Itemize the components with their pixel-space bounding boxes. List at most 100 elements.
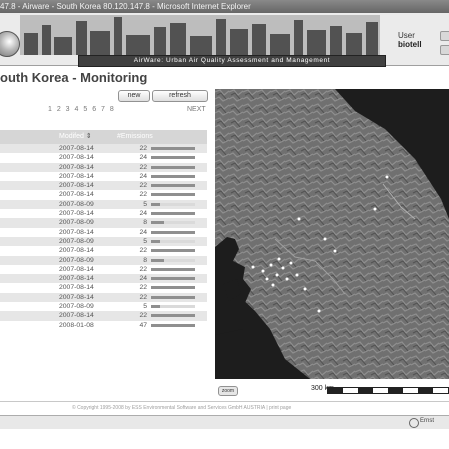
banner-button-top[interactable] (440, 31, 449, 41)
table-row[interactable]: 2007-08-14 24 (0, 153, 207, 162)
row-emissions-count: 22 (139, 145, 147, 152)
emissions-bar (151, 212, 195, 216)
emissions-bar (151, 230, 195, 234)
emissions-bar (151, 258, 195, 262)
emissions-bar (151, 286, 195, 290)
row-modified: 2007-08-14 (59, 275, 94, 283)
emissions-bar-fill (151, 193, 195, 197)
row-emissions-count: 8 (143, 256, 147, 264)
table-row[interactable]: 2007-08-14 22 (0, 292, 207, 303)
banner-button-bottom[interactable] (440, 45, 449, 55)
emissions-bar (151, 156, 195, 160)
refresh-button[interactable]: refresh (152, 90, 208, 102)
emissions-bar-fill (151, 174, 195, 178)
footer-divider (0, 401, 449, 402)
emissions-bar (151, 305, 195, 309)
table-row[interactable]: 2008-01-08 47 (0, 321, 207, 330)
row-modified: 2007-08-09 (59, 303, 94, 311)
globe-logo-icon (0, 31, 20, 57)
table-row[interactable]: 2007-08-14 24 (0, 209, 207, 218)
table-row[interactable]: 2007-08-14 22 (0, 311, 207, 321)
table-row[interactable]: 2007-08-09 5 (0, 199, 207, 210)
row-modified: 2007-08-14 (59, 172, 94, 180)
col-header-modified[interactable]: Modifed ⇕ (59, 130, 92, 144)
user-label: User (398, 31, 415, 40)
row-emissions-count: 5 (143, 303, 147, 311)
table-row[interactable]: 2007-08-09 5 (0, 236, 207, 247)
col-header-emissions[interactable]: #Emissions (117, 130, 153, 144)
table-row[interactable]: 2007-08-14 22 (0, 246, 207, 255)
row-modified: 2007-08-14 (59, 293, 94, 301)
row-emissions-count: 8 (143, 219, 147, 227)
map-scale-bar (327, 387, 449, 394)
table-row[interactable]: 2007-08-14 22 (0, 144, 207, 154)
page-bottom-margin (0, 429, 449, 449)
row-emissions-count: 47 (139, 321, 147, 329)
emissions-bar (151, 295, 195, 299)
table-row[interactable]: 2007-08-14 22 (0, 265, 207, 274)
sort-icon[interactable]: ⇕ (86, 133, 92, 140)
row-modified: 2007-08-14 (59, 247, 94, 255)
table-row[interactable]: 2007-08-09 5 (0, 302, 207, 311)
emissions-bar (151, 147, 195, 150)
row-modified: 2007-08-09 (59, 237, 94, 245)
emissions-bar-fill (151, 314, 195, 318)
user-name: biotell (398, 40, 422, 49)
globe-zone-icon (409, 418, 419, 428)
new-button[interactable]: new (118, 90, 150, 102)
table-row[interactable]: 2007-08-14 24 (0, 228, 207, 237)
row-modified: 2007-08-14 (59, 154, 94, 162)
table-row[interactable]: 2007-08-14 22 (0, 283, 207, 292)
satellite-map-image[interactable] (215, 89, 449, 379)
city-skyline-image (20, 15, 380, 55)
table-row[interactable]: 2007-08-14 22 (0, 190, 207, 199)
row-modified: 2007-08-14 (59, 163, 94, 171)
emissions-bar-fill (151, 323, 195, 327)
monitoring-table: Modifed ⇕ #Emissions 2007-08-14 22 2007-08… (0, 130, 207, 330)
row-modified: 2007-08-14 (59, 265, 94, 273)
row-emissions-count: 22 (139, 163, 147, 171)
emissions-bar-fill (151, 286, 195, 290)
table-header: Modifed ⇕ #Emissions (0, 130, 207, 144)
security-zone-label: Ernst (420, 418, 435, 424)
row-modified: 2007-08-09 (59, 256, 94, 264)
row-emissions-count: 22 (139, 265, 147, 273)
emissions-bar (151, 202, 195, 206)
footer-copyright: © Copyright 1995-2008 by ESS Environment… (72, 405, 292, 411)
window-titlebar: 47.8 - Airware - South Korea 80.120.147.… (0, 0, 449, 13)
pagination[interactable]: 1 2 3 4 5 6 7 8 (48, 106, 115, 113)
table-row[interactable]: 2007-08-14 22 (0, 181, 207, 191)
emissions-bar-fill (151, 305, 160, 309)
emissions-bar (151, 323, 195, 327)
emissions-bar (151, 314, 195, 318)
emissions-bar-fill (151, 239, 160, 243)
table-row[interactable]: 2007-08-14 22 (0, 162, 207, 172)
map-view[interactable] (215, 89, 449, 379)
row-emissions-count: 22 (139, 191, 147, 199)
header-banner: AirWare: Urban Air Quality Assessment an… (0, 13, 449, 67)
window-title: 47.8 - Airware - South Korea 80.120.147.… (0, 2, 251, 11)
row-modified: 2007-08-09 (59, 200, 94, 208)
row-emissions-count: 22 (139, 247, 147, 255)
zoom-button[interactable]: zoom (218, 386, 238, 396)
emissions-bar-fill (151, 221, 165, 225)
table-row[interactable]: 2007-08-09 8 (0, 218, 207, 228)
row-modified: 2007-08-14 (59, 182, 94, 190)
table-row[interactable]: 2007-08-14 24 (0, 172, 207, 181)
table-row[interactable]: 2007-08-14 24 (0, 274, 207, 284)
pager-next-link[interactable]: NEXT (187, 106, 206, 113)
emissions-bar (151, 165, 195, 169)
row-emissions-count: 22 (139, 293, 147, 301)
row-modified: 2007-08-14 (59, 210, 94, 218)
row-emissions-count: 24 (139, 154, 147, 162)
page-title: outh Korea - Monitoring (0, 70, 148, 85)
emissions-bar (151, 267, 195, 271)
emissions-bar-fill (151, 249, 195, 253)
table-row[interactable]: 2007-08-09 8 (0, 255, 207, 265)
emissions-bar (151, 277, 195, 281)
emissions-bar-fill (151, 184, 195, 188)
row-emissions-count: 22 (139, 312, 147, 320)
emissions-bar (151, 174, 195, 178)
emissions-bar-fill (151, 277, 195, 281)
row-emissions-count: 24 (139, 275, 147, 283)
